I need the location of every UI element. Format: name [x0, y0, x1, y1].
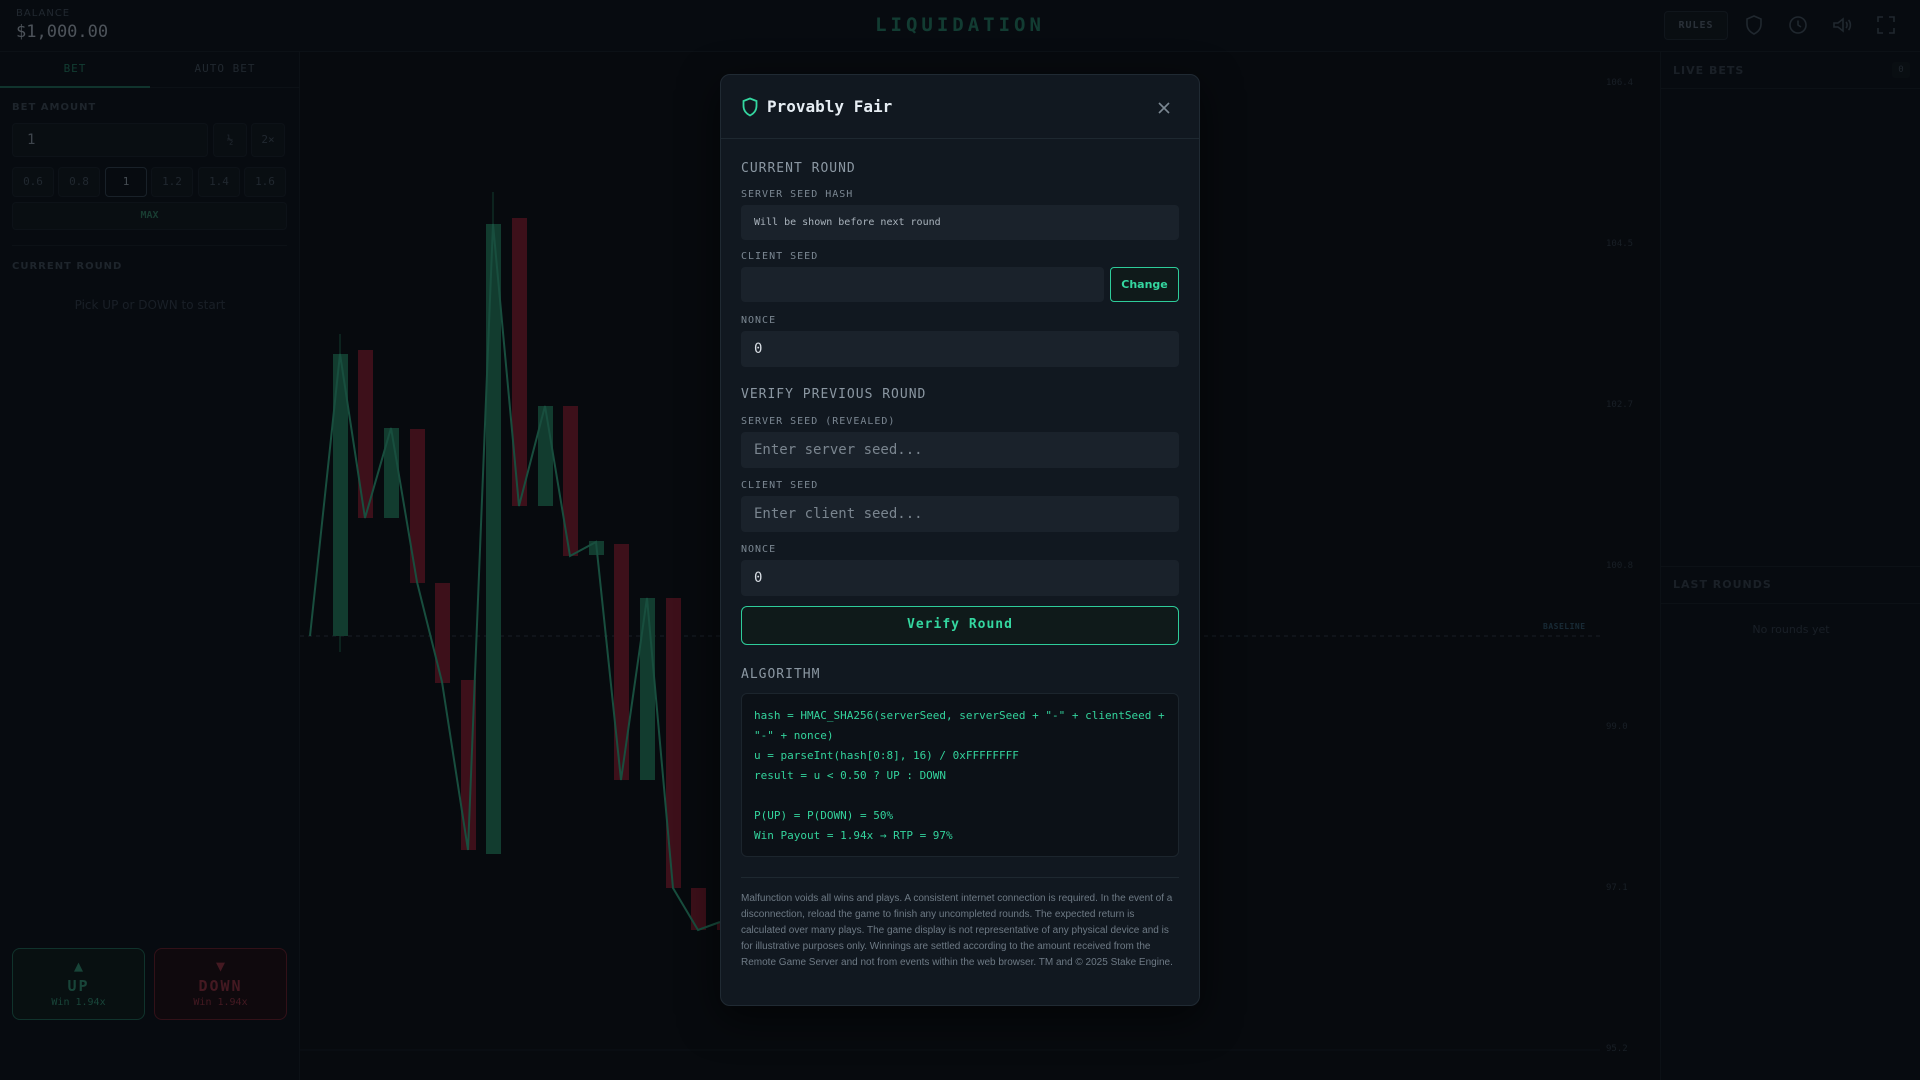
algorithm-line: u = parseInt(hash[0:8], 16) / 0xFFFFFFFF: [754, 749, 1019, 762]
change-seed-button[interactable]: Change: [1110, 267, 1179, 302]
client-seed-input[interactable]: [741, 267, 1104, 302]
verify-client-seed-label: CLIENT SEED: [741, 480, 819, 491]
algorithm-section: ALGORITHM: [741, 667, 821, 682]
provably-fair-modal: Provably Fair CURRENT ROUND SERVER SEED …: [720, 74, 1200, 1006]
server-seed-hash-field: Will be shown before next round: [741, 205, 1179, 240]
algorithm-code-block: hash = HMAC_SHA256(serverSeed, serverSee…: [741, 693, 1179, 857]
nonce-label: NONCE: [741, 315, 777, 326]
verify-round-button[interactable]: Verify Round: [741, 606, 1179, 645]
modal-divider: [741, 877, 1179, 878]
client-seed-label: CLIENT SEED: [741, 251, 819, 262]
verify-client-seed-input[interactable]: [741, 496, 1179, 532]
verify-nonce-label: NONCE: [741, 544, 777, 555]
server-seed-input[interactable]: [741, 432, 1179, 468]
shield-icon: [742, 97, 758, 117]
algorithm-line: result = u < 0.50 ? UP : DOWN: [754, 769, 947, 782]
server-seed-revealed-label: SERVER SEED (REVEALED): [741, 416, 896, 427]
nonce-field[interactable]: [741, 331, 1179, 367]
algorithm-line: "-" + nonce): [754, 729, 834, 742]
algorithm-line: Win Payout = 1.94x → RTP = 97%: [754, 829, 953, 842]
algorithm-spacer: [754, 786, 1166, 806]
verify-section: VERIFY PREVIOUS ROUND: [741, 387, 927, 402]
modal-header: Provably Fair: [721, 75, 1199, 139]
verify-nonce-field[interactable]: [741, 560, 1179, 596]
algorithm-line: hash = HMAC_SHA256(serverSeed, serverSee…: [754, 709, 1165, 722]
server-seed-hash-label: SERVER SEED HASH: [741, 189, 854, 200]
app-root: BALANCE $1,000.00 LIQUIDATION RULES BET …: [0, 0, 1920, 1080]
close-icon[interactable]: [1155, 99, 1173, 117]
algorithm-line: P(UP) = P(DOWN) = 50%: [754, 809, 894, 822]
disclaimer-text: Malfunction voids all wins and plays. A …: [741, 893, 1173, 968]
current-round-section: CURRENT ROUND: [741, 161, 856, 176]
modal-title: Provably Fair: [767, 97, 893, 116]
